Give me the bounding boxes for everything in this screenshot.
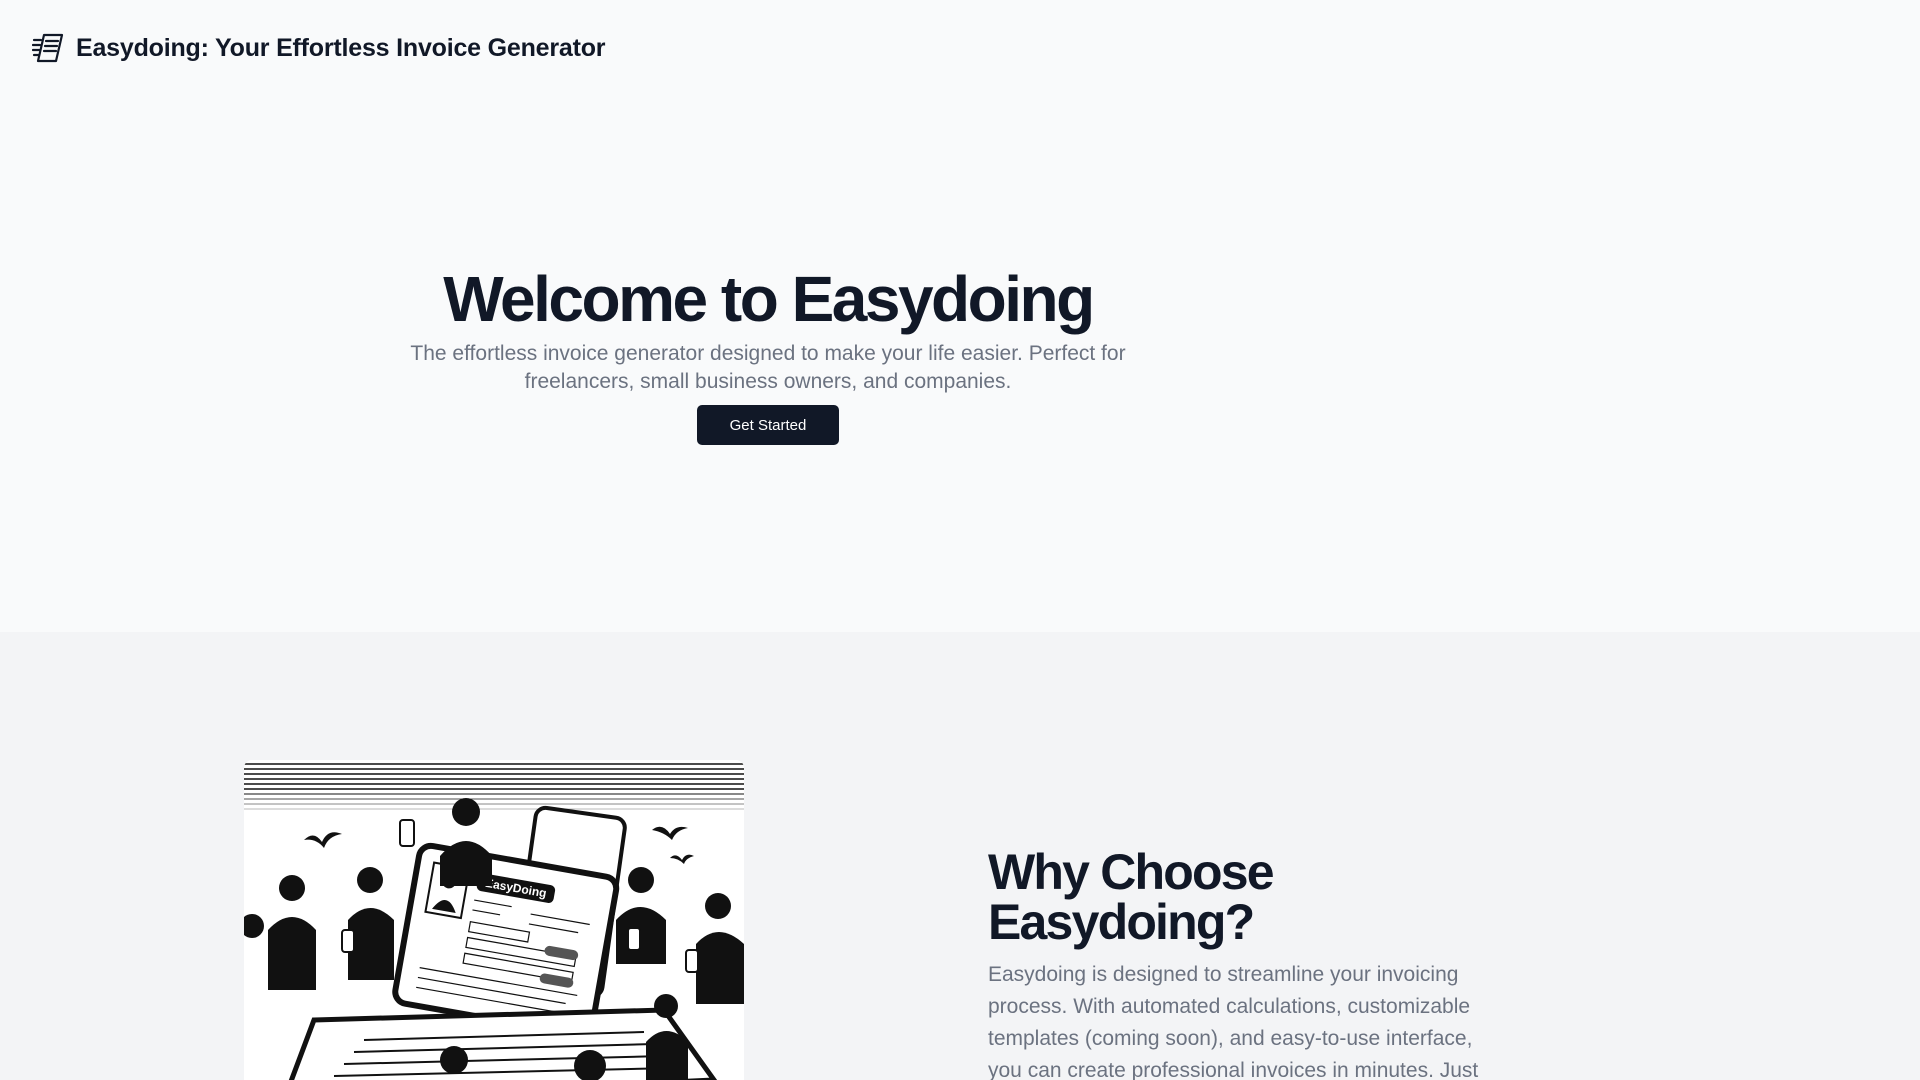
hero-subtitle: The effortless invoice generator designe…: [410, 342, 1126, 393]
why-choose-section: EasyDoing Why Choose Easydoing? Easydoin…: [0, 632, 1920, 1080]
people-using-invoice-app-illustration: EasyDoing: [244, 760, 744, 1080]
hero-title: Welcome to Easydoing: [443, 263, 1095, 335]
hero-content: Welcome to Easydoing The effortless invo…: [0, 258, 1536, 445]
hero-section: Welcome to Easydoing The effortless invo…: [0, 0, 1536, 632]
get-started-button[interactable]: Get Started: [697, 405, 839, 445]
why-choose-content: Why Choose Easydoing? Easydoing is desig…: [988, 847, 1508, 1080]
why-choose-title: Why Choose Easydoing?: [988, 844, 1275, 950]
why-choose-description: Easydoing is designed to streamline your…: [988, 963, 1479, 1080]
